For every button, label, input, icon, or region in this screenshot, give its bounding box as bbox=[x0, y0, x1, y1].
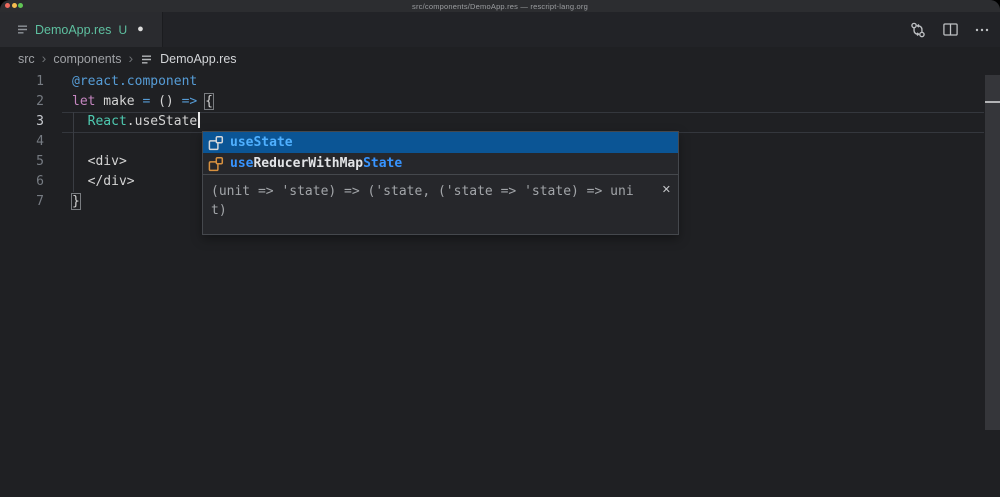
suggestion-selected[interactable]: useState bbox=[203, 132, 678, 153]
code-text: @react.component bbox=[72, 72, 197, 92]
line-number: 7 bbox=[0, 192, 44, 212]
suggestion-label: useState bbox=[230, 135, 293, 150]
symbol-value-icon bbox=[208, 135, 224, 151]
line-number: 5 bbox=[0, 152, 44, 172]
code-text: } bbox=[72, 192, 80, 212]
vertical-scrollbar[interactable] bbox=[985, 75, 1000, 430]
code-editor: 1@react.component2let make = () => {3 Re… bbox=[0, 0, 1000, 497]
line-number: 3 bbox=[0, 112, 44, 132]
code-text: let make = () => { bbox=[72, 92, 213, 112]
code-text: <div> bbox=[72, 152, 127, 172]
screen: src/components/DemoApp.res — rescript-la… bbox=[0, 0, 1000, 497]
suggestion[interactable]: useReducerWithMapState bbox=[203, 153, 678, 174]
suggestion-type-signature: t) bbox=[211, 201, 652, 220]
line-number: 4 bbox=[0, 132, 44, 152]
text-cursor bbox=[198, 112, 200, 128]
code-line[interactable]: 3 React.useState bbox=[0, 112, 1000, 132]
overview-ruler-cursor-marker bbox=[985, 101, 1000, 103]
vscode-window: src/components/DemoApp.res — rescript-la… bbox=[0, 0, 1000, 497]
line-number: 2 bbox=[0, 92, 44, 112]
suggestion-type-signature: (unit => 'state) => ('state, ('state => … bbox=[211, 182, 652, 201]
code-text: React.useState bbox=[72, 112, 200, 132]
code-line[interactable]: 2 let make = () => { bbox=[0, 92, 1000, 112]
line-number: 1 bbox=[0, 72, 44, 92]
code-line[interactable]: 1 @react.component bbox=[0, 72, 1000, 92]
suggestion-label: useReducerWithMapState bbox=[230, 156, 402, 171]
close-icon[interactable]: ✕ bbox=[662, 181, 671, 200]
suggest-detail: (unit => 'state) => ('state, ('state => … bbox=[203, 174, 678, 234]
line-number: 6 bbox=[0, 172, 44, 192]
code-text: </div> bbox=[72, 172, 135, 192]
suggest-widget: useState useReducerWithMapState (unit => … bbox=[202, 131, 679, 235]
symbol-value-icon bbox=[208, 156, 224, 172]
